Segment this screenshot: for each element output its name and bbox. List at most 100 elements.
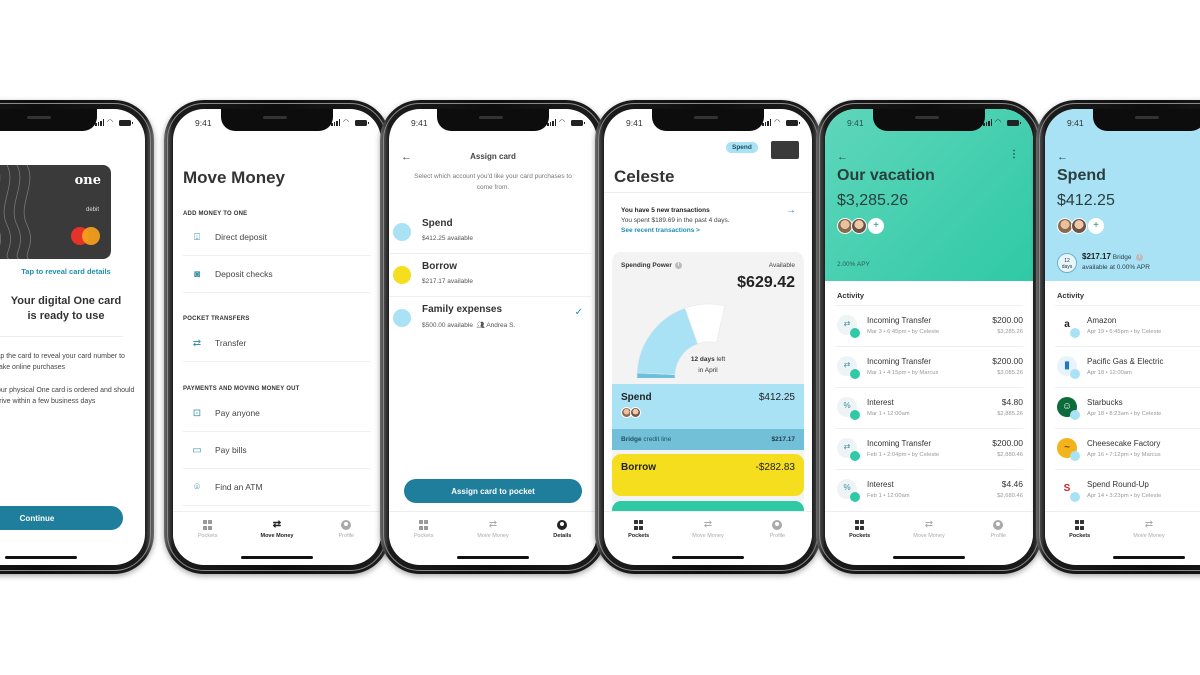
back-arrow-icon[interactable]: ←	[1057, 151, 1068, 163]
activity-balance: $2,885.26	[997, 411, 1023, 417]
debit-card[interactable]: one debit	[0, 165, 111, 259]
borrow-pocket-card[interactable]: Borrow -$282.83	[612, 454, 804, 496]
checkmark-icon: ✓	[574, 307, 583, 318]
screen: 9:41 ◠ Move Money ADD MONEY TO ONE ⍗ Dir…	[173, 109, 381, 565]
info-icon[interactable]: i	[1136, 253, 1144, 261]
tab-label: Move Money	[913, 533, 945, 539]
card-wave-pattern	[0, 165, 31, 259]
days-left-badge: 12 days	[1057, 252, 1077, 273]
activity-row[interactable]: S Spend Round-Up Apr 14 • 3:23pm • by Cele…	[1055, 469, 1200, 510]
activity-row[interactable]: ⇄ Incoming Transfer Feb 1 • 2:04pm • by Ce…	[835, 428, 1023, 469]
percent-icon: %	[837, 479, 860, 502]
tab-pockets[interactable]: Pockets	[825, 512, 894, 547]
activity-amount: $200.00	[992, 356, 1023, 366]
add-member-button[interactable]: +	[1088, 218, 1104, 234]
tab-profile[interactable]: Profile	[743, 512, 812, 547]
menu-item-pay-bills[interactable]: ▭ Pay bills	[183, 432, 371, 469]
activity-row[interactable]: % Interest Mar 1 • 12:00am $4.80 $2,885.26	[835, 387, 1023, 428]
activity-name: Pacific Gas & Electric	[1087, 357, 1164, 366]
user-name-title: Celeste	[614, 167, 675, 186]
wifi-icon: ◠	[774, 119, 781, 126]
tab-bar: Pockets ⇄ Move Money Details	[389, 511, 597, 547]
wifi-icon: ◠	[559, 119, 566, 126]
amazon-logo: a	[1057, 315, 1080, 338]
account-option-spend[interactable]: Spend $412.25 available	[389, 211, 591, 254]
menu-item-transfer[interactable]: ⇄ Transfer	[183, 325, 371, 362]
account-option-borrow[interactable]: Borrow $217.17 available	[389, 254, 591, 297]
tab-move-money[interactable]: ⇄ Move Money	[894, 512, 963, 547]
info-icon[interactable]: i	[674, 262, 682, 269]
profile-icon	[341, 520, 352, 530]
tab-profile[interactable]: Profile	[312, 512, 381, 547]
battery-icon	[355, 119, 369, 126]
bridge-text: $217.17 Bridge i available at 0.00% APR	[1082, 252, 1150, 273]
activity-row[interactable]: ⇄ Incoming Transfer Mar 1 • 4:15pm • by Ma…	[835, 346, 1023, 387]
bridge-info[interactable]: 12 days $217.17 Bridge i available at 0.0…	[1057, 252, 1150, 273]
activity-row[interactable]: ⇄ Incoming Transfer Mar 3 • 6:45pm • by Ce…	[835, 305, 1023, 346]
card-thumbnail[interactable]	[771, 141, 799, 159]
activity-row[interactable]: ~ Cheesecake Factory Apr 16 • 7:12pm • by …	[1055, 428, 1200, 469]
tab-pockets[interactable]: Pockets	[1045, 512, 1114, 547]
activity-amount: $200.00	[992, 315, 1023, 325]
home-indicator	[672, 556, 744, 559]
activity-row[interactable]: a Amazon Apr 19 • 6:45pm • by Celeste	[1055, 305, 1200, 346]
phone-vacation-pocket: ← ⋮ Our vacation $3,285.26 + 2.00% APY 9…	[816, 100, 1042, 574]
activity-name: Incoming Transfer	[867, 439, 932, 448]
card-type-label: debit	[85, 207, 99, 213]
activity-name: Amazon	[1087, 316, 1117, 325]
activity-heading: Activity	[1057, 291, 1085, 300]
tab-label: Profile	[990, 533, 1007, 539]
tab-label: Pockets	[628, 532, 650, 539]
tab-profile[interactable]: Profile	[1184, 512, 1200, 547]
continue-button[interactable]: Continue	[0, 506, 123, 530]
activity-meta: Mar 1 • 12:00am	[867, 411, 910, 417]
tab-label: Details	[553, 533, 572, 539]
menu-item-direct-deposit[interactable]: ⍗ Direct deposit	[183, 219, 371, 256]
tab-profile[interactable]: Profile	[964, 512, 1033, 547]
available-amount: $629.42	[737, 274, 795, 291]
menu-item-pay-anyone[interactable]: ⊡ Pay anyone	[183, 395, 371, 432]
tab-pockets[interactable]: Pockets	[389, 512, 458, 547]
activity-row[interactable]: ☺ Starbucks Apr 18 • 8:23am • by Celeste	[1055, 387, 1200, 428]
section-header: PAYMENTS AND MOVING MONEY OUT	[183, 386, 300, 392]
account-option-family-expenses[interactable]: Family expenses $500.00 available 👥︎ And…	[389, 297, 591, 340]
pocket-color-dot	[393, 309, 411, 327]
safeway-logo: S	[1057, 479, 1080, 502]
status-time: 9:41	[195, 118, 212, 128]
tab-move-money[interactable]: ⇄ Move Money	[458, 512, 527, 547]
add-member-button[interactable]: +	[868, 218, 884, 234]
assign-card-button[interactable]: Assign card to pocket	[404, 479, 582, 503]
menu-item-label: Deposit checks	[215, 269, 273, 279]
see-transactions-link[interactable]: See recent transactions >	[621, 226, 771, 236]
pocket-color-dot	[393, 266, 411, 284]
tab-move-money[interactable]: ⇄ Move Money	[1114, 512, 1183, 547]
wifi-icon: ◠	[107, 119, 114, 126]
arrow-right-icon[interactable]: →	[786, 205, 796, 216]
tab-move-money[interactable]: ⇄ Move Money	[673, 512, 742, 547]
activity-row[interactable]: % Interest Feb 1 • 12:00am $4.46 $2,680.46	[835, 469, 1023, 510]
menu-item-find-atm[interactable]: ⌾ Find an ATM	[183, 469, 371, 506]
tab-pockets[interactable]: Pockets	[604, 512, 673, 547]
home-indicator	[457, 556, 529, 559]
percent-icon: %	[837, 397, 860, 420]
tab-pockets[interactable]: Pockets	[173, 512, 242, 547]
spend-pocket-card[interactable]: Spend $412.25 Bridge credit line $217.17	[612, 384, 804, 450]
reveal-card-link[interactable]: Tap to reveal card details	[0, 267, 145, 276]
pocket-amount: $412.25	[758, 392, 795, 403]
tab-details[interactable]: Details	[528, 512, 597, 547]
more-options-icon[interactable]: ⋮	[1009, 149, 1019, 160]
tab-bar: Pockets ⇄ Move Money Profile	[173, 511, 381, 547]
bridge-credit-line[interactable]: Bridge credit line $217.17	[612, 429, 804, 450]
pocket-members: +	[837, 218, 884, 234]
new-transactions-notice[interactable]: You have 5 new transactions You spent $1…	[621, 206, 771, 236]
active-card-pocket-pill[interactable]: Spend	[726, 142, 758, 153]
back-arrow-icon[interactable]: ←	[837, 151, 848, 163]
activity-amount: $4.80	[1001, 397, 1023, 407]
pocket-badge	[1070, 369, 1080, 379]
days-unit: days	[1061, 263, 1073, 270]
menu-item-deposit-checks[interactable]: ◙ Deposit checks	[183, 256, 371, 293]
tab-move-money[interactable]: ⇄ Move Money	[242, 512, 311, 547]
shared-with-name: Andrea S.	[486, 322, 516, 329]
days-suffix: left	[714, 356, 726, 363]
activity-row[interactable]: ▮ Pacific Gas & Electric Apr 18 • 12:00am	[1055, 346, 1200, 387]
